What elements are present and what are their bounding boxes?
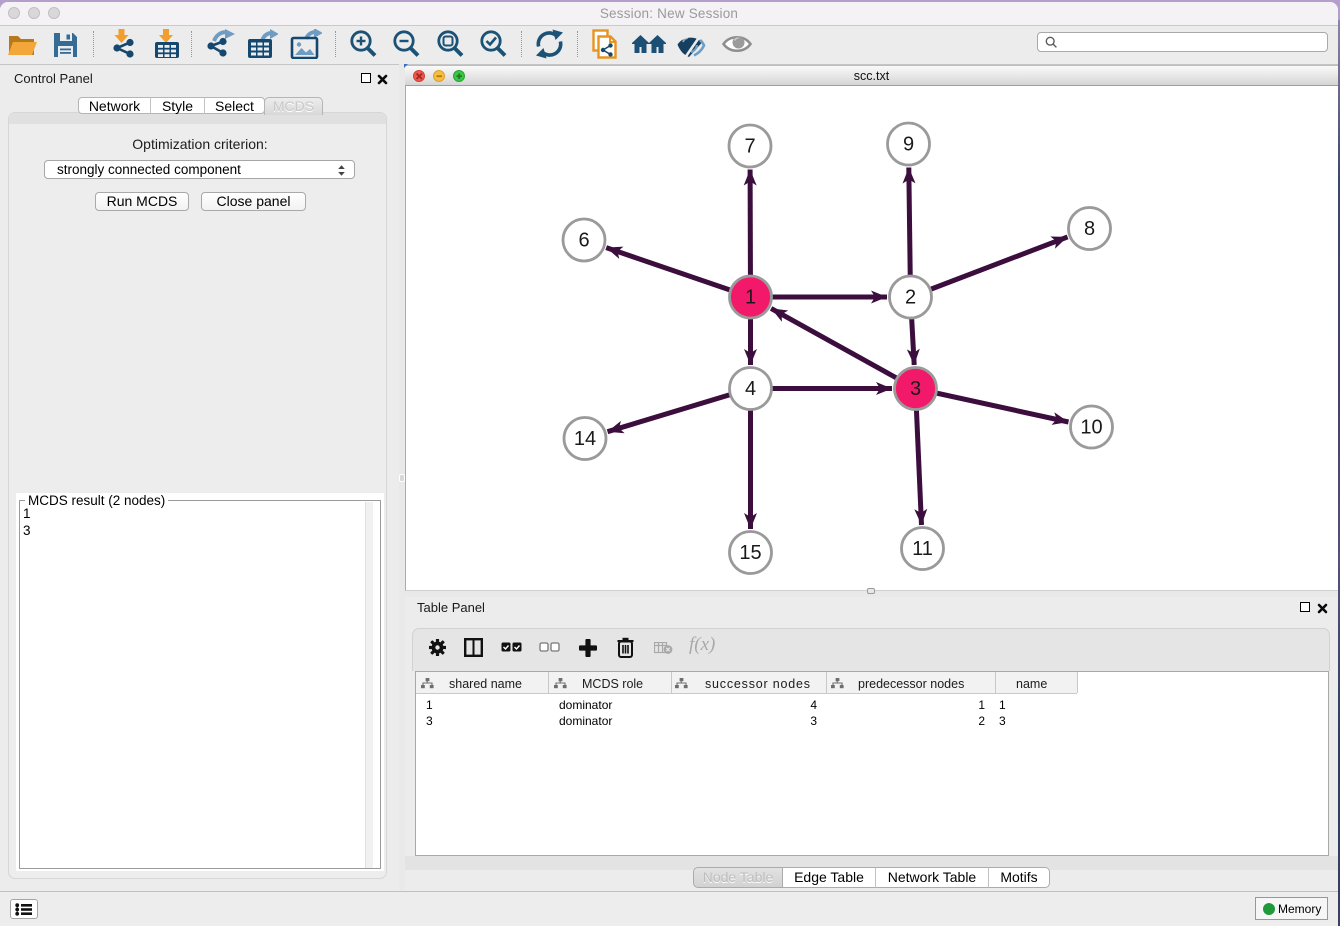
svg-text:2: 2 bbox=[905, 287, 916, 309]
svg-text:10: 10 bbox=[1080, 417, 1102, 439]
svg-text:15: 15 bbox=[739, 542, 761, 564]
svg-text:11: 11 bbox=[912, 538, 933, 560]
svg-text:7: 7 bbox=[744, 136, 755, 158]
svg-text:3: 3 bbox=[910, 378, 921, 400]
svg-text:8: 8 bbox=[1084, 218, 1095, 240]
svg-text:1: 1 bbox=[745, 287, 756, 309]
svg-text:4: 4 bbox=[745, 378, 756, 400]
svg-text:14: 14 bbox=[574, 428, 596, 450]
svg-text:9: 9 bbox=[903, 134, 914, 156]
svg-text:6: 6 bbox=[578, 230, 589, 252]
